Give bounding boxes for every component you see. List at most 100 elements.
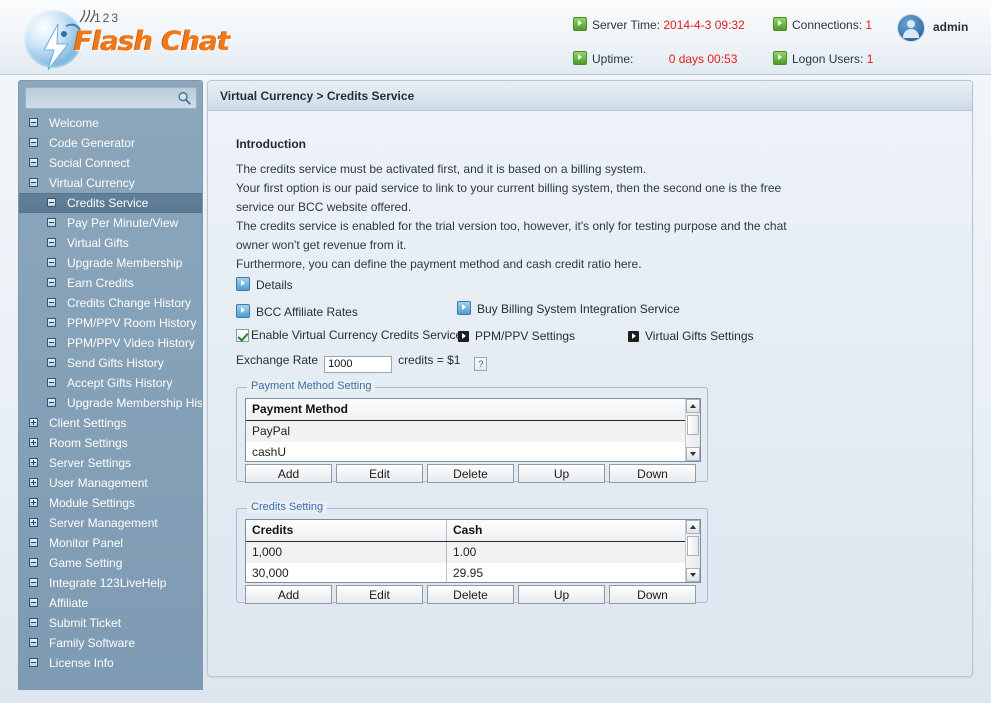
credits-up-button[interactable]: Up <box>518 585 605 604</box>
table-row[interactable]: PayPal <box>246 421 700 442</box>
sidebar-item-client-settings[interactable]: Client Settings <box>19 413 202 433</box>
sidebar-item-ppm-ppv-video-history[interactable]: PPM/PPV Video History <box>19 333 202 353</box>
collapse-minus-icon[interactable] <box>29 598 38 607</box>
sidebar-item-user-management[interactable]: User Management <box>19 473 202 493</box>
sidebar-item-welcome[interactable]: Welcome <box>19 113 202 133</box>
sidebar-item-submit-ticket[interactable]: Submit Ticket <box>19 613 202 633</box>
sidebar-item-monitor-panel[interactable]: Monitor Panel <box>19 533 202 553</box>
link-bcc-affiliate-rates[interactable]: BCC Affiliate Rates <box>236 304 358 319</box>
vertical-scrollbar[interactable] <box>685 520 700 582</box>
collapse-minus-icon[interactable] <box>47 198 56 207</box>
collapse-minus-icon[interactable] <box>29 618 38 627</box>
help-icon[interactable]: ? <box>474 357 488 371</box>
sidebar-item-credits-change-history[interactable]: Credits Change History <box>19 293 202 313</box>
sidebar-search[interactable] <box>25 87 197 109</box>
sidebar-item-ppm-ppv-room-history[interactable]: PPM/PPV Room History <box>19 313 202 333</box>
credits-add-button[interactable]: Add <box>245 585 332 604</box>
scroll-up-icon[interactable] <box>686 399 700 413</box>
search-icon[interactable] <box>177 91 192 106</box>
sidebar-item-upgrade-membership-histor[interactable]: Upgrade Membership Histor <box>19 393 202 413</box>
table-row[interactable]: 1,000 1.00 <box>246 542 700 563</box>
breadcrumb-root[interactable]: Virtual Currency <box>220 89 313 103</box>
payment-up-button[interactable]: Up <box>518 464 605 483</box>
sidebar-item-upgrade-membership[interactable]: Upgrade Membership <box>19 253 202 273</box>
collapse-minus-icon[interactable] <box>47 218 56 227</box>
credits-grid[interactable]: Credits Cash 1,000 1.00 30,000 29.95 <box>245 519 701 583</box>
collapse-minus-icon[interactable] <box>47 378 56 387</box>
sidebar-item-license-info[interactable]: License Info <box>19 653 202 673</box>
credits-edit-button[interactable]: Edit <box>336 585 423 604</box>
collapse-minus-icon[interactable] <box>47 238 56 247</box>
sidebar-item-affiliate[interactable]: Affiliate <box>19 593 202 613</box>
scrollbar-thumb[interactable] <box>687 415 699 435</box>
collapse-minus-icon[interactable] <box>29 638 38 647</box>
sidebar-item-send-gifts-history[interactable]: Send Gifts History <box>19 353 202 373</box>
collapse-minus-icon[interactable] <box>29 578 38 587</box>
collapse-minus-icon[interactable] <box>29 138 38 147</box>
scroll-up-icon[interactable] <box>686 520 700 534</box>
payment-delete-button[interactable]: Delete <box>427 464 514 483</box>
link-virtual-gifts-settings[interactable]: Virtual Gifts Settings <box>628 329 754 343</box>
sidebar-item-earn-credits[interactable]: Earn Credits <box>19 273 202 293</box>
collapse-minus-icon[interactable] <box>47 398 56 407</box>
expand-plus-icon[interactable] <box>29 518 38 527</box>
link-buy-billing-integration[interactable]: Buy Billing System Integration Service <box>457 301 680 316</box>
sidebar-item-social-connect[interactable]: Social Connect <box>19 153 202 173</box>
sidebar-item-virtual-currency[interactable]: Virtual Currency <box>19 173 202 193</box>
sidebar-item-family-software[interactable]: Family Software <box>19 633 202 653</box>
collapse-minus-icon[interactable] <box>29 178 38 187</box>
search-input[interactable] <box>29 90 179 108</box>
scrollbar-thumb[interactable] <box>687 536 699 556</box>
link-ppm-ppv-settings[interactable]: PPM/PPV Settings <box>458 329 575 343</box>
collapse-minus-icon[interactable] <box>29 558 38 567</box>
collapse-minus-icon[interactable] <box>47 338 56 347</box>
expand-plus-icon[interactable] <box>29 478 38 487</box>
sidebar-item-virtual-gifts[interactable]: Virtual Gifts <box>19 233 202 253</box>
table-row[interactable]: 30,000 29.95 <box>246 563 700 582</box>
collapse-minus-icon[interactable] <box>47 358 56 367</box>
collapse-minus-icon[interactable] <box>47 278 56 287</box>
arrow-bullet-icon <box>773 17 787 31</box>
sidebar-item-module-settings[interactable]: Module Settings <box>19 493 202 513</box>
collapse-minus-icon[interactable] <box>47 258 56 267</box>
payment-edit-button[interactable]: Edit <box>336 464 423 483</box>
payment-down-button[interactable]: Down <box>609 464 696 483</box>
sidebar-item-game-setting[interactable]: Game Setting <box>19 553 202 573</box>
intro-line: The credits service is enabled for the t… <box>236 219 787 233</box>
credits-down-button[interactable]: Down <box>609 585 696 604</box>
content-shell: Welcome Code Generator Social Connect Virtu… <box>8 80 983 695</box>
sidebar-item-integrate-123livehelp[interactable]: Integrate 123LiveHelp <box>19 573 202 593</box>
sidebar-item-server-settings[interactable]: Server Settings <box>19 453 202 473</box>
sidebar-item-label: Pay Per Minute/View <box>67 216 179 230</box>
collapse-minus-icon[interactable] <box>47 318 56 327</box>
credits-delete-button[interactable]: Delete <box>427 585 514 604</box>
collapse-minus-icon[interactable] <box>29 118 38 127</box>
sidebar-item-pay-per-minute-view[interactable]: Pay Per Minute/View <box>19 213 202 233</box>
checkbox-checked-icon[interactable] <box>236 329 249 342</box>
arrow-right-icon <box>458 331 469 342</box>
expand-plus-icon[interactable] <box>29 438 38 447</box>
collapse-minus-icon[interactable] <box>29 658 38 667</box>
exchange-rate-input[interactable] <box>324 355 393 373</box>
sidebar-item-accept-gifts-history[interactable]: Accept Gifts History <box>19 373 202 393</box>
expand-plus-icon[interactable] <box>29 498 38 507</box>
sidebar-item-code-generator[interactable]: Code Generator <box>19 133 202 153</box>
collapse-minus-icon[interactable] <box>47 298 56 307</box>
table-row[interactable]: cashU <box>246 442 700 461</box>
avatar[interactable] <box>897 14 925 42</box>
payment-method-grid[interactable]: Payment Method PayPal cashU <box>245 398 701 462</box>
sidebar-item-server-management[interactable]: Server Management <box>19 513 202 533</box>
expand-plus-icon[interactable] <box>29 418 38 427</box>
link-details[interactable]: Details <box>236 277 293 292</box>
link-buy-billing-label: Buy Billing System Integration Service <box>477 302 680 316</box>
enable-credits-checkbox[interactable]: Enable Virtual Currency Credits Service <box>236 328 462 342</box>
expand-plus-icon[interactable] <box>29 458 38 467</box>
vertical-scrollbar[interactable] <box>685 399 700 461</box>
payment-add-button[interactable]: Add <box>245 464 332 483</box>
sidebar-item-room-settings[interactable]: Room Settings <box>19 433 202 453</box>
collapse-minus-icon[interactable] <box>29 158 38 167</box>
collapse-minus-icon[interactable] <box>29 538 38 547</box>
scroll-down-icon[interactable] <box>686 568 700 582</box>
scroll-down-icon[interactable] <box>686 447 700 461</box>
sidebar-item-credits-service[interactable]: Credits Service <box>19 193 202 213</box>
